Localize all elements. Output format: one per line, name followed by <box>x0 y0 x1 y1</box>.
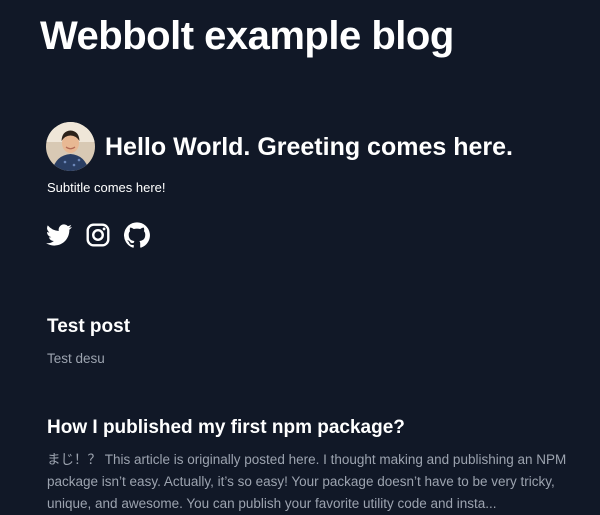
github-icon <box>124 222 150 248</box>
twitter-link[interactable] <box>46 222 72 248</box>
avatar-image <box>46 122 95 171</box>
subtitle: Subtitle comes here! <box>47 180 166 195</box>
social-links <box>46 222 150 248</box>
post-title[interactable]: Test post <box>47 314 567 340</box>
twitter-icon <box>46 224 72 246</box>
instagram-link[interactable] <box>85 222 111 248</box>
avatar <box>46 122 95 171</box>
hero: Hello World. Greeting comes here. <box>46 122 513 171</box>
post-title[interactable]: How I published my first npm package? <box>47 415 567 441</box>
post-excerpt: まじ！？ This article is originally posted h… <box>47 452 567 511</box>
post-excerpt: Test desu <box>47 351 105 366</box>
post-item[interactable]: How I published my first npm package? まじ… <box>47 415 567 515</box>
github-link[interactable] <box>124 222 150 248</box>
post-item[interactable]: Test post Test desu <box>47 314 567 370</box>
site-title[interactable]: Webbolt example blog <box>40 10 454 62</box>
instagram-icon <box>86 223 110 247</box>
greeting: Hello World. Greeting comes here. <box>105 132 513 161</box>
